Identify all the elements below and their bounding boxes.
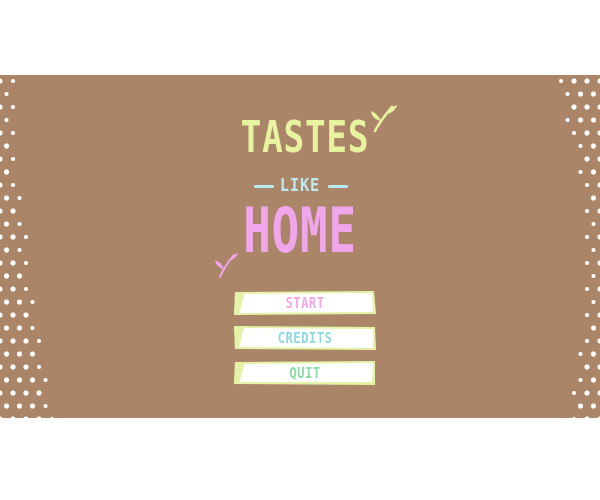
quit-label: QUIT — [289, 364, 321, 382]
leaf-icon — [371, 105, 397, 133]
credits-button[interactable]: CREDITS — [233, 326, 377, 351]
logo-dash-right — [328, 185, 348, 188]
leaf-icon — [215, 253, 238, 278]
start-label: START — [285, 294, 325, 312]
credits-label: CREDITS — [277, 329, 333, 347]
start-button[interactable]: START — [233, 291, 377, 316]
game-screen: TASTES LIKE HOME START CREDITS QUIT — [0, 75, 600, 418]
quit-button[interactable]: QUIT — [233, 361, 377, 386]
logo-home-text: HOME — [243, 194, 357, 267]
main-menu: START CREDITS QUIT — [233, 291, 377, 396]
logo-tastes-text: TASTES — [240, 112, 370, 163]
logo-like-text: LIKE — [279, 175, 321, 196]
page: TASTES LIKE HOME START CREDITS QUIT — [0, 0, 600, 500]
